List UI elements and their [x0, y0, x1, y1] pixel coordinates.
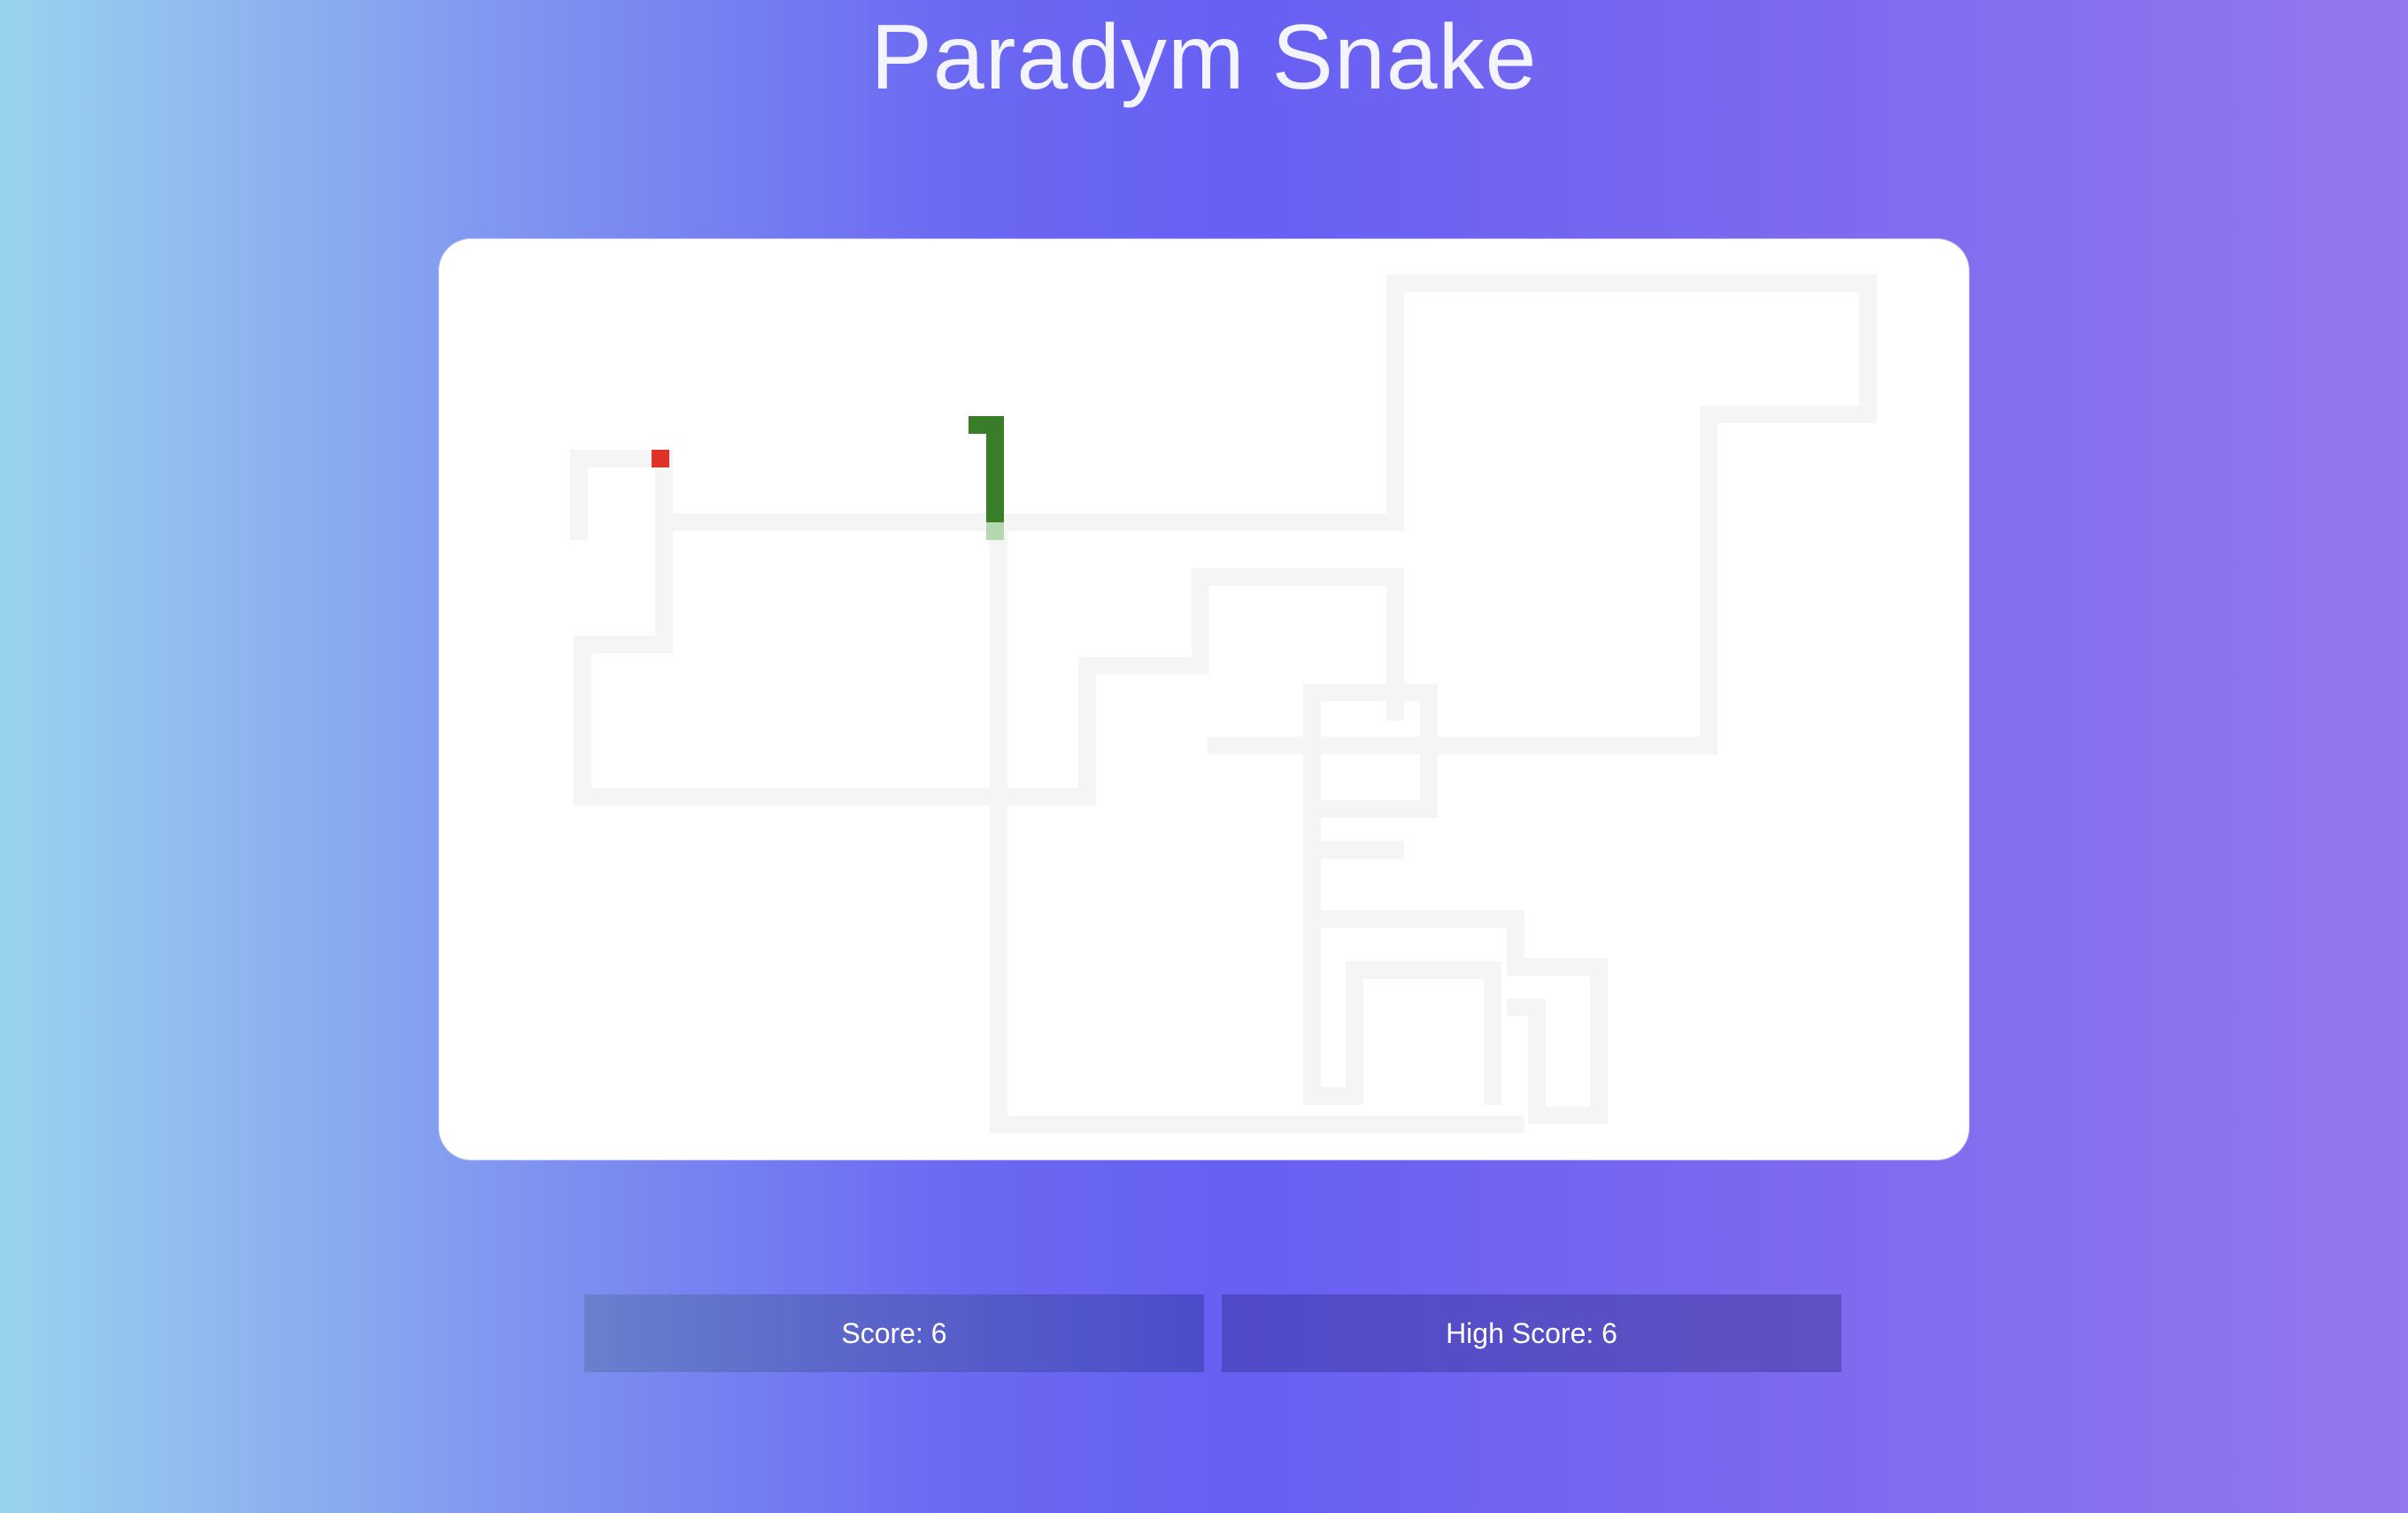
- food-pellet-icon: [652, 450, 669, 467]
- snake-body: [986, 416, 1004, 522]
- game-canvas: [570, 274, 1877, 1133]
- trail-segment-lower-inner: [1303, 910, 1501, 1105]
- snake-trail: [570, 274, 1877, 1133]
- game-board[interactable]: [439, 239, 1969, 1160]
- trail-segment-left-loop: [574, 513, 1064, 806]
- page-title: Paradym Snake: [870, 6, 1538, 109]
- score-panel: Score: 6 High Score: 6: [584, 1294, 1841, 1372]
- trail-segment-mid: [990, 522, 1524, 1133]
- score-display: Score: 6: [584, 1294, 1204, 1372]
- high-score-display: High Score: 6: [1222, 1294, 1841, 1372]
- snake-tail: [986, 522, 1004, 540]
